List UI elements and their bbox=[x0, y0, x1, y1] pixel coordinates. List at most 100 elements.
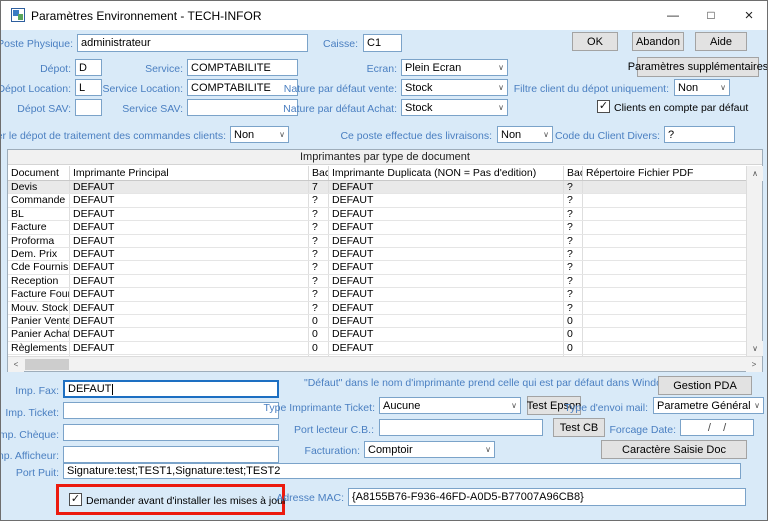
cell-bac2: ? bbox=[564, 221, 583, 233]
clients-compte-label: Clients en compte par défaut bbox=[614, 102, 748, 114]
cell-duplicata: DEFAUT bbox=[329, 181, 564, 193]
cell-duplicata: DEFAUT bbox=[329, 248, 564, 260]
scroll-up-icon[interactable]: ∧ bbox=[747, 166, 763, 181]
type-ticket-select[interactable]: Aucune ∨ bbox=[379, 397, 521, 414]
service-location-input[interactable]: COMPTABILITE bbox=[187, 79, 298, 96]
cell-pdf bbox=[583, 275, 746, 287]
demander-depot-label: Demander le dépot de traitement des comm… bbox=[0, 130, 226, 142]
caractere-saisie-doc-button[interactable]: Caractère Saisie Doc bbox=[601, 440, 747, 459]
cell-document: Mouv. Stock bbox=[8, 302, 70, 314]
forcage-date-input[interactable]: / / bbox=[680, 419, 754, 436]
table-row[interactable]: DevisDEFAUT7DEFAUT? bbox=[8, 181, 746, 194]
cell-principal: DEFAUT bbox=[70, 248, 309, 260]
table-row[interactable]: Facture Fourn.DEFAUT?DEFAUT? bbox=[8, 288, 746, 301]
livraisons-select[interactable]: Non ∨ bbox=[497, 126, 553, 143]
cell-bac1: ? bbox=[309, 221, 329, 233]
abandon-button[interactable]: Abandon bbox=[632, 32, 684, 51]
cell-duplicata: DEFAUT bbox=[329, 261, 564, 273]
ok-button[interactable]: OK bbox=[572, 32, 618, 51]
table-row[interactable]: Règlements ClieDEFAUT0DEFAUT0 bbox=[8, 342, 746, 355]
cell-duplicata: DEFAUT bbox=[329, 302, 564, 314]
cell-document: Dem. Prix bbox=[8, 248, 70, 260]
chevron-down-icon: ∨ bbox=[485, 445, 491, 454]
cell-pdf bbox=[583, 342, 746, 354]
cell-pdf bbox=[583, 302, 746, 314]
table-row[interactable]: ReceptionDEFAUT?DEFAUT? bbox=[8, 275, 746, 288]
default-printer-note: "Défaut" dans le nom d'imprimante prend … bbox=[304, 377, 675, 389]
poste-physique-input[interactable]: administrateur bbox=[77, 34, 308, 52]
imp-cheque-input[interactable] bbox=[63, 424, 279, 441]
imp-ticket-input[interactable] bbox=[63, 402, 279, 419]
gestion-pda-button[interactable]: Gestion PDA bbox=[658, 376, 752, 395]
port-puit-input[interactable]: Signature:test;TEST1,Signature:test;TEST… bbox=[63, 463, 741, 479]
ecran-select[interactable]: Plein Ecran ∨ bbox=[401, 59, 508, 76]
cell-pdf bbox=[583, 288, 746, 300]
table-row[interactable]: Mouv. StockDEFAUT?DEFAUT? bbox=[8, 302, 746, 315]
facturation-select[interactable]: Comptoir ∨ bbox=[364, 441, 495, 458]
scrollbar-thumb[interactable] bbox=[25, 359, 69, 370]
column-header-duplicata: Imprimante Duplicata (NON = Pas d'editio… bbox=[329, 166, 564, 180]
checkmark-icon: ✓ bbox=[71, 494, 80, 505]
depot-sav-input[interactable] bbox=[75, 99, 102, 116]
cell-bac2: 0 bbox=[564, 328, 583, 340]
caisse-input[interactable]: C1 bbox=[363, 34, 402, 52]
cell-document: Panier Vente bbox=[8, 315, 70, 327]
table-row[interactable]: FactureDEFAUT?DEFAUT? bbox=[8, 221, 746, 234]
nature-vente-select[interactable]: Stock ∨ bbox=[401, 79, 508, 96]
envoi-mail-select[interactable]: Parametre Général ∨ bbox=[653, 397, 764, 414]
cell-document: Cde Fournis. bbox=[8, 261, 70, 273]
service-sav-input[interactable] bbox=[187, 99, 298, 116]
cell-duplicata: DEFAUT bbox=[329, 208, 564, 220]
parametres-supplementaires-button[interactable]: Paramètres supplémentaires bbox=[637, 57, 759, 77]
cell-principal: DEFAUT bbox=[70, 208, 309, 220]
maximize-button[interactable]: □ bbox=[692, 1, 730, 29]
cell-bac2: ? bbox=[564, 248, 583, 260]
imp-fax-input[interactable]: DEFAUT bbox=[63, 380, 279, 398]
adresse-mac-input[interactable]: {A8155B76-F936-46FD-A0D5-B77007A96CB8} bbox=[348, 488, 746, 506]
aide-button[interactable]: Aide bbox=[695, 32, 747, 51]
cell-principal: DEFAUT bbox=[70, 302, 309, 314]
cell-duplicata: DEFAUT bbox=[329, 342, 564, 354]
port-cb-label: Port lecteur C.B.: bbox=[294, 424, 374, 436]
depot-input[interactable]: D bbox=[75, 59, 102, 76]
column-header-bac1: Bac bbox=[309, 166, 329, 180]
service-input[interactable]: COMPTABILITE bbox=[187, 59, 298, 76]
cell-document: Proforma bbox=[8, 235, 70, 247]
filtre-client-value: Non bbox=[678, 82, 698, 94]
facturation-label: Facturation: bbox=[305, 445, 360, 457]
cell-duplicata: DEFAUT bbox=[329, 221, 564, 233]
imp-afficheur-input[interactable] bbox=[63, 446, 279, 463]
table-row[interactable]: ProformaDEFAUT?DEFAUT? bbox=[8, 235, 746, 248]
table-row[interactable]: Panier AchatDEFAUT0DEFAUT0 bbox=[8, 328, 746, 341]
code-client-divers-input[interactable]: ? bbox=[664, 126, 735, 143]
cell-bac1: 0 bbox=[309, 328, 329, 340]
test-cb-button[interactable]: Test CB bbox=[553, 418, 605, 437]
cell-duplicata: DEFAUT bbox=[329, 315, 564, 327]
port-cb-input[interactable] bbox=[379, 419, 543, 436]
table-row[interactable]: Cde Fournis.DEFAUT?DEFAUT? bbox=[8, 261, 746, 274]
table-row[interactable]: Dem. PrixDEFAUT?DEFAUT? bbox=[8, 248, 746, 261]
cell-pdf bbox=[583, 208, 746, 220]
table-row[interactable]: Panier VenteDEFAUT0DEFAUT0 bbox=[8, 315, 746, 328]
nature-achat-value: Stock bbox=[405, 102, 433, 114]
filtre-client-select[interactable]: Non ∨ bbox=[674, 79, 730, 96]
envoi-mail-value: Parametre Général bbox=[657, 400, 751, 412]
scroll-left-icon[interactable]: < bbox=[8, 357, 24, 372]
depot-location-input[interactable]: L bbox=[75, 79, 102, 96]
column-header-principal: Imprimante Principal bbox=[70, 166, 309, 180]
scroll-right-icon[interactable]: > bbox=[746, 357, 762, 372]
table-row[interactable]: BLDEFAUT?DEFAUT? bbox=[8, 208, 746, 221]
envoi-mail-label: Type d'envoi mail: bbox=[564, 402, 648, 414]
demander-depot-select[interactable]: Non ∨ bbox=[230, 126, 289, 143]
maj-checkbox[interactable]: ✓ bbox=[69, 493, 82, 506]
scroll-down-icon[interactable]: ∨ bbox=[747, 341, 763, 356]
demander-depot-value: Non bbox=[234, 129, 254, 141]
cell-bac1: ? bbox=[309, 288, 329, 300]
table-row[interactable]: CommandeDEFAUT?DEFAUT? bbox=[8, 194, 746, 207]
minimize-button[interactable]: — bbox=[654, 1, 692, 29]
close-button[interactable]: × bbox=[730, 1, 768, 29]
facturation-value: Comptoir bbox=[368, 444, 413, 456]
clients-compte-checkbox[interactable]: ✓ bbox=[597, 100, 610, 113]
nature-achat-select[interactable]: Stock ∨ bbox=[401, 99, 508, 116]
cell-bac2: 0 bbox=[564, 315, 583, 327]
